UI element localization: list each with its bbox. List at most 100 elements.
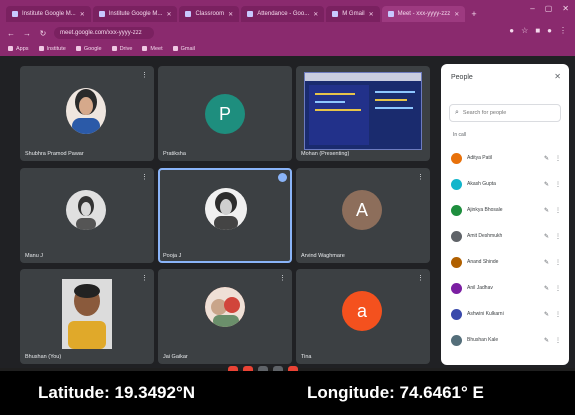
bookmark-item[interactable]: Drive xyxy=(111,45,133,52)
minimize-icon[interactable]: – xyxy=(530,4,534,13)
mic-off-icon[interactable]: ✎ xyxy=(544,207,549,214)
tab-label: Institute Google M... xyxy=(22,11,76,17)
more-options-icon[interactable]: ⋮ xyxy=(417,275,424,282)
participant-row[interactable]: Anand Shinde ✎ ⋮ xyxy=(447,253,565,271)
more-options-icon[interactable]: ⋮ xyxy=(555,181,561,188)
tab-favicon-icon xyxy=(332,11,339,17)
more-options-icon[interactable]: ⋮ xyxy=(141,275,148,282)
new-tab-button[interactable]: + xyxy=(467,9,480,19)
back-icon[interactable]: ← xyxy=(6,29,16,38)
star-icon[interactable]: ☆ xyxy=(521,26,528,35)
participant-name: Shubhra Pramod Pawar xyxy=(25,151,84,157)
participant-row-name: Anil Jadhav xyxy=(467,285,493,291)
close-tab-icon[interactable]: ✕ xyxy=(166,11,171,18)
people-search[interactable]: ⌕ xyxy=(449,104,561,122)
close-tab-icon[interactable]: ✕ xyxy=(369,11,374,18)
participant-photo xyxy=(205,188,247,230)
participant-tile[interactable]: ⋮ Jai Gaikar xyxy=(158,269,292,364)
mic-off-icon[interactable]: ✎ xyxy=(544,181,549,188)
mic-off-icon[interactable]: ✎ xyxy=(544,155,549,162)
address-input[interactable]: meet.google.com/xxx-yyyy-zzz xyxy=(54,27,154,39)
tab-favicon-icon xyxy=(98,11,105,17)
participant-tile[interactable]: P Pratiksha xyxy=(158,66,292,161)
bookmark-item[interactable]: Meet xyxy=(142,46,163,52)
participant-row[interactable]: Akash Gupta ✎ ⋮ xyxy=(447,175,565,193)
participant-name: Jai Gaikar xyxy=(163,354,188,360)
bookmark-label: Apps xyxy=(16,45,29,52)
participant-name: Bhushan (You) xyxy=(25,354,62,360)
forward-icon[interactable]: → xyxy=(22,29,32,38)
camera-indicator-icon[interactable]: ● xyxy=(509,26,514,35)
participant-row[interactable]: Bhushan Kale ✎ ⋮ xyxy=(447,331,565,349)
participant-tile-pinned[interactable]: Pooja J xyxy=(158,168,292,263)
maximize-icon[interactable]: ▢ xyxy=(545,4,553,13)
more-options-icon[interactable]: ⋮ xyxy=(555,311,561,318)
section-label: In call xyxy=(453,132,467,138)
browser-actions: ● ☆ ■ ● ⋮ xyxy=(509,26,567,35)
bookmark-item[interactable]: Gmail xyxy=(172,45,196,52)
pin-badge-icon[interactable] xyxy=(278,173,287,182)
latitude-text: Latitude: 19.3492°N xyxy=(38,383,196,402)
shared-screen-text xyxy=(375,91,415,93)
browser-tab[interactable]: M Gmail ✕ xyxy=(326,6,380,22)
participant-photo xyxy=(205,287,245,327)
mic-off-icon[interactable]: ✎ xyxy=(544,233,549,240)
more-options-icon[interactable]: ⋮ xyxy=(555,207,561,214)
participant-tile[interactable]: a ⋮ Tina xyxy=(296,269,430,364)
extensions-icon[interactable]: ■ xyxy=(535,26,540,35)
more-options-icon[interactable]: ⋮ xyxy=(141,174,148,181)
bookmark-icon xyxy=(38,46,44,51)
mic-off-icon[interactable]: ✎ xyxy=(544,285,549,292)
close-tab-icon[interactable]: ✕ xyxy=(454,11,459,18)
reload-icon[interactable]: ↻ xyxy=(38,29,48,38)
more-options-icon[interactable]: ⋮ xyxy=(555,259,561,266)
participant-avatar xyxy=(451,230,462,242)
participant-tile-presenting[interactable]: Mohan (Presenting) xyxy=(296,66,430,161)
shared-screen-text xyxy=(375,107,413,109)
close-tab-icon[interactable]: ✕ xyxy=(80,11,85,18)
bookmark-item[interactable]: Apps xyxy=(8,46,29,52)
bookmark-item[interactable]: Institute xyxy=(38,46,66,52)
browser-tab[interactable]: Institute Google M... ✕ xyxy=(92,6,178,22)
url-text: meet.google.com/xxx-yyyy-zzz xyxy=(60,30,142,36)
more-options-icon[interactable]: ⋮ xyxy=(555,285,561,292)
bookmark-item[interactable]: Google xyxy=(75,46,102,52)
mic-off-icon[interactable]: ✎ xyxy=(544,337,549,344)
participant-row[interactable]: Ajinkya Bhosale ✎ ⋮ xyxy=(447,201,565,219)
more-options-icon[interactable]: ⋮ xyxy=(417,174,424,181)
participant-tile[interactable]: ⋮ Manu J xyxy=(20,168,154,263)
close-tab-icon[interactable]: ✕ xyxy=(228,11,233,18)
more-options-icon[interactable]: ⋮ xyxy=(555,233,561,240)
more-options-icon[interactable]: ⋮ xyxy=(555,337,561,344)
mic-off-icon[interactable]: ✎ xyxy=(544,259,549,266)
participant-tile[interactable]: ⋮ Bhushan (You) xyxy=(20,269,154,364)
menu-icon[interactable]: ⋮ xyxy=(559,26,567,35)
more-options-icon[interactable]: ⋮ xyxy=(141,72,148,79)
participant-row-name: Bhushan Kale xyxy=(467,337,499,343)
browser-tab[interactable]: Attendance - Goo... ✕ xyxy=(241,6,325,22)
participant-tile[interactable]: A ⋮ Arvind Waghmare xyxy=(296,168,430,263)
mic-off-icon[interactable]: ✎ xyxy=(544,311,549,318)
more-options-icon[interactable]: ⋮ xyxy=(555,155,561,162)
browser-tab-active[interactable]: Meet - xxx-yyyy-zzz ✕ xyxy=(381,6,466,22)
person-icon xyxy=(72,89,100,134)
camera-feed xyxy=(62,279,112,349)
participant-row[interactable]: Aditya Patil ✎ ⋮ xyxy=(447,149,565,167)
profile-icon[interactable]: ● xyxy=(547,26,552,35)
participant-tile[interactable]: ⋮ Shubhra Pramod Pawar xyxy=(20,66,154,161)
browser-tab[interactable]: Classroom ✕ xyxy=(179,6,240,22)
close-icon[interactable]: ✕ xyxy=(554,72,561,81)
participant-name: Mohan (Presenting) xyxy=(301,151,350,157)
bookmark-icon xyxy=(142,46,148,51)
bookmark-label: Drive xyxy=(119,45,133,52)
search-input[interactable] xyxy=(462,110,553,116)
participant-row[interactable]: Amit Deshmukh ✎ ⋮ xyxy=(447,227,565,245)
participant-row[interactable]: Ashwini Kulkarni ✎ ⋮ xyxy=(447,305,565,323)
avatar-letter: a xyxy=(356,300,367,321)
close-tab-icon[interactable]: ✕ xyxy=(313,11,318,18)
more-options-icon[interactable]: ⋮ xyxy=(279,275,286,282)
close-window-icon[interactable]: ✕ xyxy=(562,4,569,13)
browser-tab[interactable]: Institute Google M... ✕ xyxy=(6,6,91,22)
bookmark-label: Gmail xyxy=(180,45,196,52)
participant-row[interactable]: Anil Jadhav ✎ ⋮ xyxy=(447,279,565,297)
